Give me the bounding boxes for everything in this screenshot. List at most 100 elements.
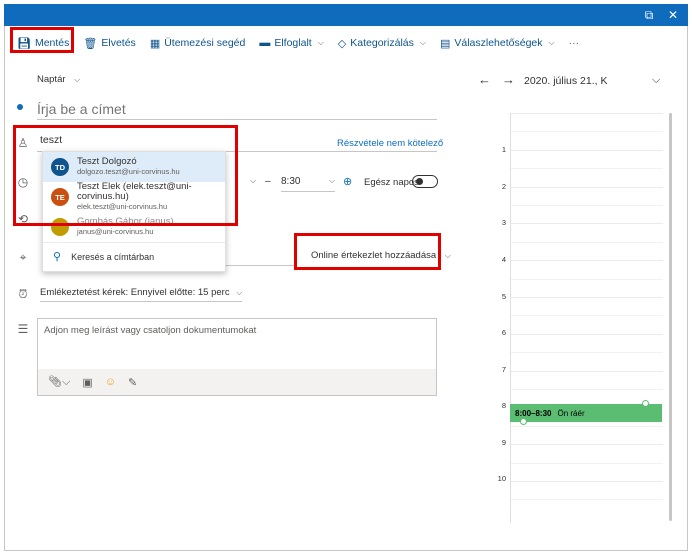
directory-search-button[interactable]: ⚲ Keresés a címtárban	[43, 242, 225, 270]
grid-line	[511, 462, 663, 464]
description-editor[interactable]: Adjon meg leírást vagy csatoljon dokumen…	[37, 318, 437, 396]
grid-line	[511, 389, 663, 390]
timezone-icon[interactable]: ⊕	[343, 175, 352, 188]
optional-attendees-link[interactable]: Részvétele nem kötelező	[337, 138, 443, 149]
location-underline	[225, 265, 295, 266]
suggestion-item[interactable]: Gombás Gábor (janus) janus@uni-corvinus.…	[43, 212, 225, 242]
suggestion-name: Gombás Gábor (janus)	[77, 216, 174, 227]
grid-line	[511, 352, 663, 354]
calendar-selector[interactable]: Naptár ⌵	[37, 74, 80, 85]
suggestion-email: elek.teszt@uni-corvinus.hu	[77, 202, 168, 211]
scheduling-assistant-button[interactable]: ▦ Ütemezési segéd	[143, 31, 253, 55]
command-toolbar: 💾︎ Mentés 🗑︎ Elvetés ▦ Ütemezési segéd ▬…	[4, 26, 688, 60]
grid-line	[511, 315, 663, 317]
attendees-input[interactable]: teszt	[40, 134, 160, 146]
hour-label: 3	[501, 218, 506, 227]
day-grid-scrollbar[interactable]	[669, 113, 672, 521]
reminder-selector[interactable]: Emlékeztetést kérek: Ennyivel előtte: 15…	[40, 287, 243, 302]
discard-label: Elvetés	[101, 37, 136, 49]
event-status: Ön ráér	[557, 408, 585, 418]
suggestion-name: Teszt Dolgozó	[77, 156, 137, 167]
grid-line	[511, 241, 663, 243]
grid-line	[511, 223, 663, 225]
response-options-button[interactable]: ▤ Válaszlehetőségek ⌵	[433, 31, 562, 55]
next-day-arrow-icon[interactable]: →	[502, 72, 515, 87]
trash-icon: 🗑︎	[83, 37, 98, 50]
previous-day-arrow-icon[interactable]: ←	[478, 72, 491, 87]
discard-button[interactable]: 🗑︎ Elvetés	[76, 31, 142, 55]
alarm-icon: ⏰︎	[18, 287, 28, 301]
grid-line	[511, 499, 663, 501]
end-time-picker[interactable]: 8:30 ⌵	[281, 172, 335, 192]
day-grid[interactable]	[510, 113, 663, 523]
clock-icon: ◷	[17, 175, 29, 189]
all-day-toggle[interactable]	[412, 175, 438, 188]
save-icon: 💾︎	[17, 37, 31, 50]
save-label: Mentés	[34, 37, 70, 49]
hour-label: 2	[501, 182, 506, 191]
event-time: 8:00–8:30	[515, 408, 552, 418]
emoji-icon[interactable]: ☺	[105, 376, 116, 388]
grid-line	[511, 444, 663, 446]
grid-line	[511, 205, 663, 206]
title-bar: ⧉ ✕	[4, 4, 688, 26]
busy-label: Elfoglalt	[274, 37, 312, 49]
scheduling-label: Ütemezési segéd	[164, 37, 246, 49]
grid-line	[511, 113, 663, 114]
description-toolbar: 📎︎⌵ ▣ ☺ ✎	[38, 369, 436, 395]
person-icon: ♙	[17, 136, 29, 150]
hour-label: 4	[501, 255, 506, 264]
resize-handle-top[interactable]	[642, 400, 649, 407]
avatar	[51, 218, 69, 236]
scheduling-icon: ▦	[149, 37, 161, 50]
save-button[interactable]: 💾︎ Mentés	[10, 31, 76, 55]
response-options-label: Válaszlehetőségek	[454, 37, 543, 49]
hour-label: 8	[501, 401, 506, 410]
chevron-down-icon[interactable]: ⌵	[250, 176, 256, 186]
time-separator: –	[265, 176, 271, 187]
reminder-label: Emlékeztetést kérek: Ennyivel előtte: 15…	[40, 287, 230, 298]
close-icon[interactable]: ✕	[666, 8, 680, 22]
resize-handle-bottom[interactable]	[520, 418, 527, 425]
attach-icon[interactable]: 📎︎⌵	[48, 375, 70, 389]
popout-icon[interactable]: ⧉	[642, 8, 656, 22]
chevron-down-icon[interactable]: ⌵	[652, 74, 660, 87]
grid-line	[511, 260, 663, 262]
search-icon: ⚲	[53, 251, 62, 263]
categorize-button[interactable]: ◇ Kategorizálás ⌵	[331, 31, 433, 55]
end-time-value: 8:30	[281, 176, 301, 187]
grid-line	[511, 370, 663, 372]
avatar: TD	[51, 158, 69, 176]
hour-label: 10	[497, 474, 506, 483]
category-dot-icon	[17, 104, 23, 110]
location-icon: ⌖	[19, 250, 27, 264]
more-options-button[interactable]: ···	[562, 31, 587, 55]
suggestion-item[interactable]: TE Teszt Elek (elek.teszt@uni-corvinus.h…	[43, 182, 225, 212]
event-block[interactable]: 8:00–8:30 Ön ráér	[510, 404, 662, 422]
hour-label: 9	[501, 438, 506, 447]
description-placeholder: Adjon meg leírást vagy csatoljon dokumen…	[44, 325, 257, 336]
hour-label: 6	[501, 328, 506, 337]
grid-line	[511, 131, 663, 133]
grid-line	[511, 278, 663, 280]
title-input[interactable]	[37, 98, 437, 120]
chevron-down-icon: ⌵	[317, 38, 324, 47]
grid-line	[511, 186, 663, 188]
image-icon[interactable]: ▣	[82, 376, 92, 389]
categorize-label: Kategorizálás	[350, 37, 414, 49]
directory-search-label: Keresés a címtárban	[71, 251, 155, 262]
suggestion-item[interactable]: TD Teszt Dolgozó dolgozo.teszt@uni-corvi…	[43, 152, 225, 182]
avatar: TE	[51, 188, 69, 206]
grid-line	[511, 168, 663, 170]
chevron-down-icon: ⌵	[444, 251, 451, 260]
description-icon: ☰	[17, 322, 29, 336]
chevron-down-icon: ⌵	[74, 75, 81, 84]
hour-label: 1	[501, 145, 506, 154]
tag-icon: ◇	[337, 37, 347, 50]
busy-status-button[interactable]: ▬ Elfoglalt ⌵	[252, 31, 330, 55]
busy-icon: ▬	[259, 37, 271, 49]
suggestion-email: dolgozo.teszt@uni-corvinus.hu	[77, 167, 180, 176]
format-icon[interactable]: ✎	[128, 376, 137, 389]
online-meeting-button[interactable]: Online értekezlet hozzáadása ⌵	[311, 250, 451, 261]
grid-line	[511, 425, 663, 427]
